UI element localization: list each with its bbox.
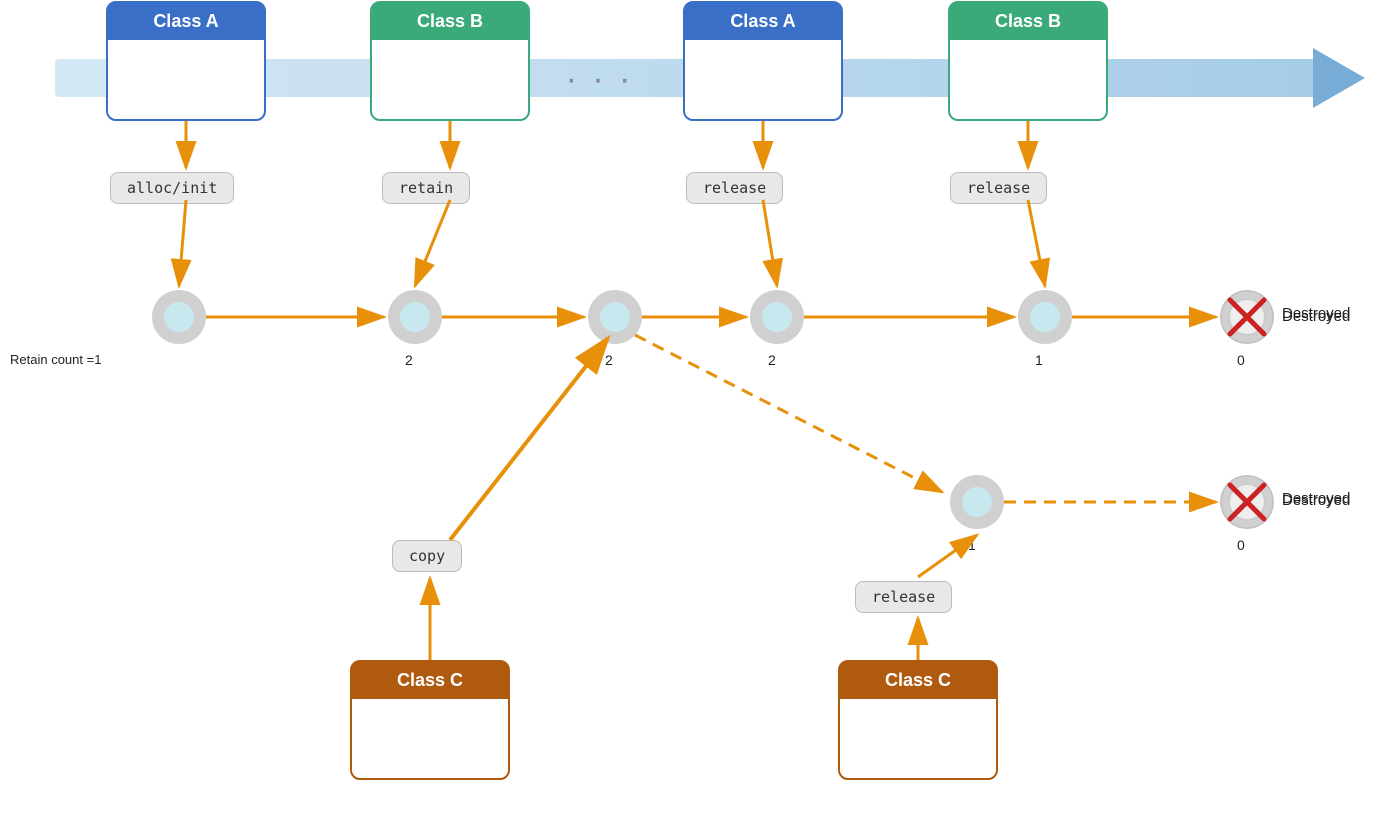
class-b-box-2: Class B: [948, 1, 1108, 121]
count-label-7: 1: [968, 537, 976, 553]
count-label-6: 0: [1237, 352, 1245, 368]
rc-circle-1: [152, 290, 206, 344]
class-a-1-header: Class A: [108, 3, 264, 40]
op-release-2: release: [950, 172, 1047, 204]
rc-circle-5: [1018, 290, 1072, 344]
rc-circle-2: [388, 290, 442, 344]
count-label-5: 1: [1035, 352, 1043, 368]
diagram: · · · Class A Class B Class A Class B Cl…: [0, 0, 1393, 822]
rc-circle-4: [750, 290, 804, 344]
count-label-2: 2: [405, 352, 413, 368]
class-b-box-1: Class B: [370, 1, 530, 121]
class-c-2-body: [840, 699, 996, 779]
count-label-8: 0: [1237, 537, 1245, 553]
class-b-2-header: Class B: [950, 3, 1106, 40]
destroyed-text-1: Destroyed: [1282, 308, 1350, 325]
class-b-1-header: Class B: [372, 3, 528, 40]
timeline-dots: · · ·: [568, 68, 635, 96]
class-c-box-1: Class C: [350, 660, 510, 780]
op-release-1: release: [686, 172, 783, 204]
class-c-box-2: Class C: [838, 660, 998, 780]
class-c-2-header: Class C: [840, 662, 996, 699]
class-b-2-body: [950, 40, 1106, 120]
count-label-3: 2: [605, 352, 613, 368]
arrows-svg: [0, 0, 1393, 822]
op-alloc-init: alloc/init: [110, 172, 234, 204]
rc-circle-3: [588, 290, 642, 344]
class-c-1-header: Class C: [352, 662, 508, 699]
op-retain: retain: [382, 172, 470, 204]
destroyed-text-2: Destroyed: [1282, 492, 1350, 509]
class-a-2-body: [685, 40, 841, 120]
rc-circle-6-destroyed: [1220, 290, 1274, 344]
class-a-2-header: Class A: [685, 3, 841, 40]
rc-circle-8-destroyed: [1220, 475, 1274, 529]
count-label-4: 2: [768, 352, 776, 368]
class-a-box-2: Class A: [683, 1, 843, 121]
class-a-box-1: Class A: [106, 1, 266, 121]
op-release-3: release: [855, 581, 952, 613]
count-label-1: Retain count =1: [10, 352, 101, 367]
class-c-1-body: [352, 699, 508, 779]
class-a-1-body: [108, 40, 264, 120]
class-b-1-body: [372, 40, 528, 120]
rc-circle-7: [950, 475, 1004, 529]
op-copy: copy: [392, 540, 462, 572]
